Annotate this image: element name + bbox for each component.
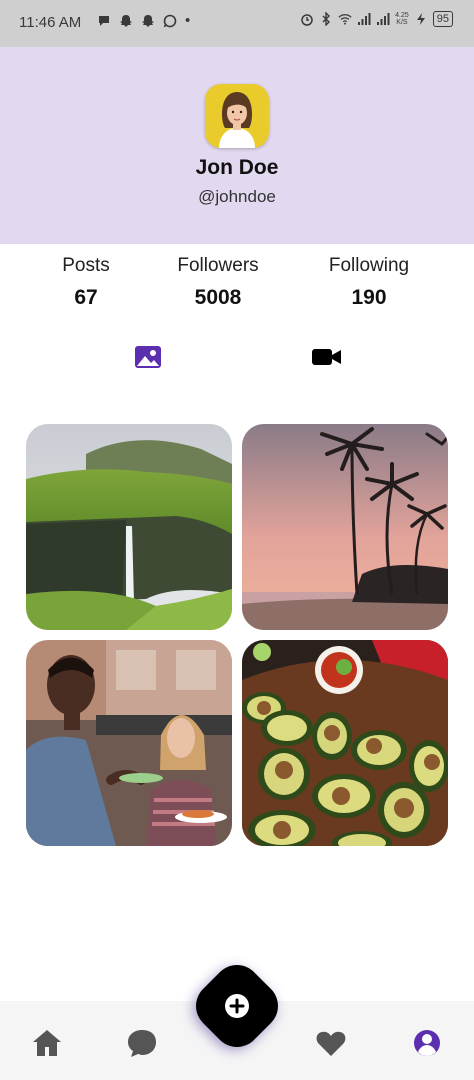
stat-value: 67 [74,286,98,309]
tab-videos[interactable] [311,343,341,371]
stat-value: 190 [351,286,387,309]
video-icon [312,349,341,365]
nav-favorites[interactable] [314,1026,348,1060]
stat-following[interactable]: Following 190 [294,255,444,310]
stat-followers[interactable]: Followers 5008 [143,255,293,310]
plus-icon [225,994,249,1018]
post-thumbnail-1[interactable] [26,424,232,630]
post-thumbnail-2[interactable] [242,424,448,630]
wifi-icon [338,14,352,25]
post-thumbnail-4[interactable] [242,640,448,846]
home-icon [33,1030,61,1056]
stat-label: Following [328,255,410,276]
avatar[interactable] [205,84,269,148]
create-post-button[interactable] [186,955,288,1057]
post-image-beach [242,424,448,630]
stat-posts[interactable]: Posts 67 [11,255,161,310]
post-thumbnail-3[interactable] [26,640,232,846]
whatsapp-icon [163,14,177,27]
stat-value: 5008 [194,286,242,309]
status-bar: 11:46 AM • 4.25 K/S 95 [0,0,474,47]
status-dot: • [185,12,191,29]
profile-icon [414,1030,440,1056]
stat-label: Followers [177,255,259,276]
bluetooth-icon [322,12,331,26]
stat-label: Posts [62,255,110,276]
nav-home[interactable] [30,1026,64,1060]
image-icon [135,346,161,368]
post-image-friends [26,640,232,846]
post-image-avocados [242,640,448,846]
profile-handle: @johndoe [198,187,276,206]
signal-icon [358,13,371,25]
heart-icon [316,1031,346,1056]
post-image-cliffs [26,424,232,630]
signal-icon [377,13,390,25]
nav-chat[interactable] [125,1026,159,1060]
chat-icon [128,1030,156,1057]
profile-header: Jon Doe @johndoe [0,47,474,244]
profile-name: Jon Doe [195,156,279,179]
message-bubble-icon [99,15,109,26]
tab-images[interactable] [133,343,163,371]
network-speed: 4.25 K/S [395,12,409,26]
battery-icon: 95 [432,11,453,27]
status-time: 11:46 AM [19,14,82,31]
snapchat-icon [142,14,154,27]
snapchat-icon [120,14,132,27]
alarm-icon [301,14,313,26]
nav-profile[interactable] [410,1026,444,1060]
charging-icon [416,13,425,25]
stats-row: Posts 67 Followers 5008 Following 190 [0,255,474,325]
